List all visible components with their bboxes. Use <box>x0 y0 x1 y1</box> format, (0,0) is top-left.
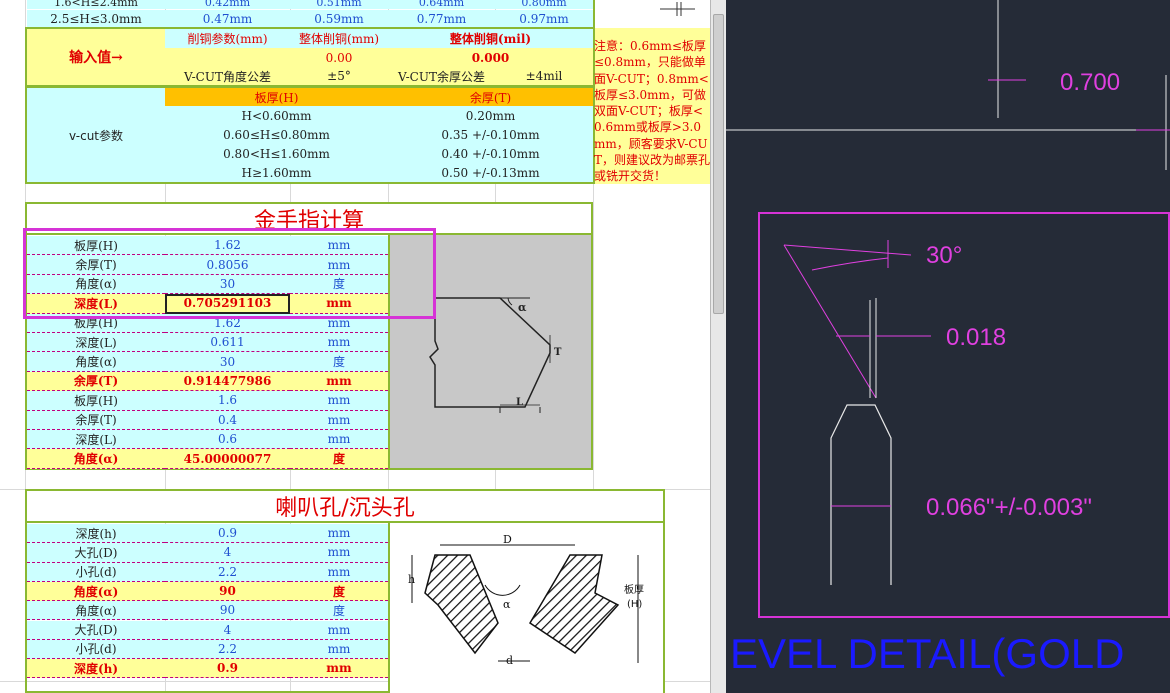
scrollbar-thumb[interactable] <box>713 14 724 314</box>
vcut-remaining: 0.40 +/-0.10mm <box>388 144 593 163</box>
horn-row-unit: mm <box>290 620 388 640</box>
input-header-mm: 整体削铜(mm) <box>290 29 388 48</box>
vcut-note: 注意：0.6mm≤板厚≤0.8mm，只能做单面V-CUT；0.8mm<板厚≤3.… <box>594 39 710 184</box>
cell[interactable]: 0.47mm <box>165 10 290 27</box>
input-header-param: 削铜参数(mm) <box>165 29 290 48</box>
vcut-thickness: 0.80<H≤1.60mm <box>165 144 388 163</box>
gold-row-label: 板厚(H) <box>27 391 165 411</box>
input-label: 输入值→ <box>27 29 165 85</box>
countersink-title: 喇叭孔/沉头孔 <box>27 491 663 523</box>
vcut-thickness: 0.60≤H≤0.80mm <box>165 125 388 144</box>
diagram-alpha-label: α <box>503 598 511 611</box>
horn-row-label: 大孔(D) <box>27 543 165 563</box>
horn-row-label: 大孔(D) <box>27 620 165 640</box>
copper-mil-value[interactable]: 0.000 <box>388 48 593 67</box>
cell[interactable]: 0.80mm <box>495 0 593 9</box>
gold-row-label: 余厚(T) <box>27 371 165 392</box>
vertical-scrollbar[interactable] <box>710 0 726 693</box>
vcut-thickness: H≥1.60mm <box>165 163 388 182</box>
horn-row-label: 角度(α) <box>27 581 165 602</box>
cad-viewport[interactable]: 0.700 30° 0.018 0.066"+/-0.003" EVEL DET… <box>726 0 1170 693</box>
horn-row-label: 小孔(d) <box>27 639 165 660</box>
gold-row-unit: mm <box>290 410 388 430</box>
horn-row-unit: mm <box>290 562 388 582</box>
dim-0700-label: 0.700 <box>1060 69 1120 96</box>
vcut-header-remaining: 余厚(T) <box>388 88 593 106</box>
horn-row-label: 角度(α) <box>27 601 165 621</box>
horn-row-unit: 度 <box>290 601 388 621</box>
horn-row-value[interactable]: 2.2 <box>165 562 290 582</box>
vcut-label: v-cut参数 <box>27 88 165 182</box>
gold-row-unit: mm <box>290 430 388 450</box>
gold-row-label: 角度(α) <box>27 352 165 372</box>
angle-tolerance-label: V-CUT角度公差 <box>165 67 290 85</box>
diagram-cell <box>593 0 710 28</box>
gold-row-value[interactable]: 0.4 <box>165 410 290 430</box>
gold-row-value[interactable]: 45.00000077 <box>165 449 290 469</box>
vcut-remaining: 0.20mm <box>388 106 593 125</box>
gold-row-unit: mm <box>290 391 388 411</box>
gold-row-value[interactable]: 0.914477986 <box>165 371 290 392</box>
horn-row-value[interactable]: 0.9 <box>165 659 290 679</box>
cell[interactable]: 0.97mm <box>495 10 593 27</box>
horn-row-value[interactable]: 90 <box>165 601 290 621</box>
horn-row-value[interactable]: 0.9 <box>165 524 290 544</box>
diagram-D-label: D <box>503 533 512 546</box>
gold-row-unit: mm <box>290 371 388 392</box>
vcut-header-thickness: 板厚(H) <box>165 88 388 106</box>
gold-row-unit: 度 <box>290 352 388 372</box>
angle-tolerance-value[interactable]: ±5° <box>290 67 388 85</box>
copper-mm-value[interactable]: 0.00 <box>290 48 388 67</box>
input-header-mil: 整体削铜(mil) <box>388 29 593 48</box>
horn-row-value[interactable]: 4 <box>165 620 290 640</box>
spreadsheet-area[interactable]: 1.6<H≤2.4mm 0.42mm 0.51mm 0.64mm 0.80mm … <box>0 0 710 693</box>
horn-row-value[interactable]: 2.2 <box>165 639 290 660</box>
cell[interactable]: 0.59mm <box>290 10 388 27</box>
thickness-tolerance-value[interactable]: ±4mil <box>495 67 593 85</box>
vcut-thickness: H<0.60mm <box>165 106 388 125</box>
gold-row-value[interactable]: 30 <box>165 352 290 372</box>
diagram-d-label: d <box>506 654 513 667</box>
horn-row-label: 深度(h) <box>27 524 165 544</box>
cad-detail-title: EVEL DETAIL(GOLD <box>730 630 1124 677</box>
horn-row-unit: mm <box>290 659 388 679</box>
cell[interactable]: 0.42mm <box>165 0 290 9</box>
horn-row-unit: mm <box>290 524 388 544</box>
diagram-H-label: (H) <box>627 599 642 610</box>
cell[interactable]: 0.64mm <box>388 0 495 9</box>
cell[interactable]: 0.51mm <box>290 0 388 9</box>
diagram-l-label: L <box>516 397 523 408</box>
horn-row-value[interactable]: 90 <box>165 581 290 602</box>
selection-highlight <box>23 228 436 319</box>
detail-frame <box>758 212 1170 618</box>
diagram-t-label: T <box>554 347 562 358</box>
cell[interactable]: 0.77mm <box>388 10 495 27</box>
thickness-tolerance-label: V-CUT余厚公差 <box>388 67 495 85</box>
gold-row-label: 余厚(T) <box>27 410 165 430</box>
horn-row-value[interactable]: 4 <box>165 543 290 563</box>
gold-row-label: 角度(α) <box>27 449 165 469</box>
gold-row-unit: 度 <box>290 449 388 469</box>
diagram-h-label: h <box>408 573 415 586</box>
vcut-remaining: 0.35 +/-0.10mm <box>388 125 593 144</box>
gold-row-value[interactable]: 0.611 <box>165 333 290 353</box>
horn-row-label: 小孔(d) <box>27 562 165 582</box>
vcut-remaining: 0.50 +/-0.13mm <box>388 163 593 182</box>
diagram-board-label: 板厚 <box>624 583 644 596</box>
gold-row-label: 深度(L) <box>27 333 165 353</box>
horn-row-unit: mm <box>290 543 388 563</box>
row-label: 1.6<H≤2.4mm <box>27 0 165 9</box>
horn-row-unit: 度 <box>290 581 388 602</box>
input-cell[interactable] <box>165 48 290 67</box>
gold-row-label: 深度(L) <box>27 430 165 450</box>
diagram-alpha-label: α <box>518 301 527 314</box>
countersink-diagram: D d h α 板厚 (H) <box>388 523 663 693</box>
horn-row-unit: mm <box>290 639 388 660</box>
gold-row-value[interactable]: 0.6 <box>165 430 290 450</box>
row-label: 2.5≤H≤3.0mm <box>27 10 165 27</box>
horn-row-label: 深度(h) <box>27 659 165 679</box>
gold-row-unit: mm <box>290 333 388 353</box>
gold-row-value[interactable]: 1.6 <box>165 391 290 411</box>
